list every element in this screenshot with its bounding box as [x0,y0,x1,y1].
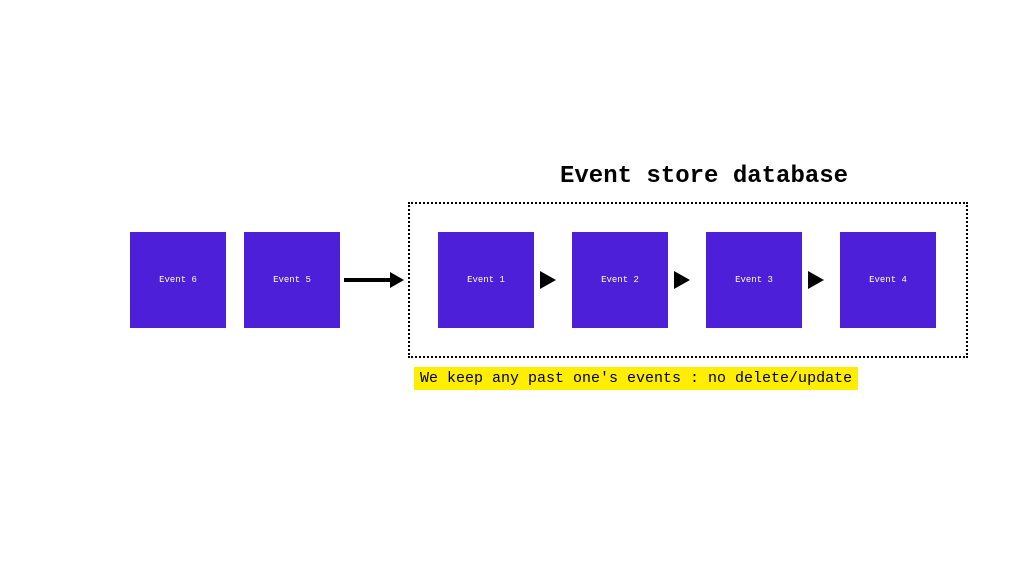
event-label: Event 6 [159,275,197,285]
event-box-6: Event 6 [130,232,226,328]
event-box-3: Event 3 [706,232,802,328]
event-box-5: Event 5 [244,232,340,328]
diagram-canvas: Event store database Event 6 Event 5 Eve… [0,0,1024,576]
event-label: Event 5 [273,275,311,285]
event-box-4: Event 4 [840,232,936,328]
arrow-icon-3-4 [808,271,824,289]
main-arrow-head-icon [390,272,404,288]
arrow-icon-2-3 [674,271,690,289]
event-box-2: Event 2 [572,232,668,328]
event-label: Event 4 [869,275,907,285]
event-box-1: Event 1 [438,232,534,328]
event-label: Event 2 [601,275,639,285]
event-label: Event 3 [735,275,773,285]
event-label: Event 1 [467,275,505,285]
title-text: Event store database [560,163,848,190]
annotation-text: We keep any past one's events : no delet… [414,367,858,390]
arrow-icon-1-2 [540,271,556,289]
main-arrow-shaft [344,278,392,282]
